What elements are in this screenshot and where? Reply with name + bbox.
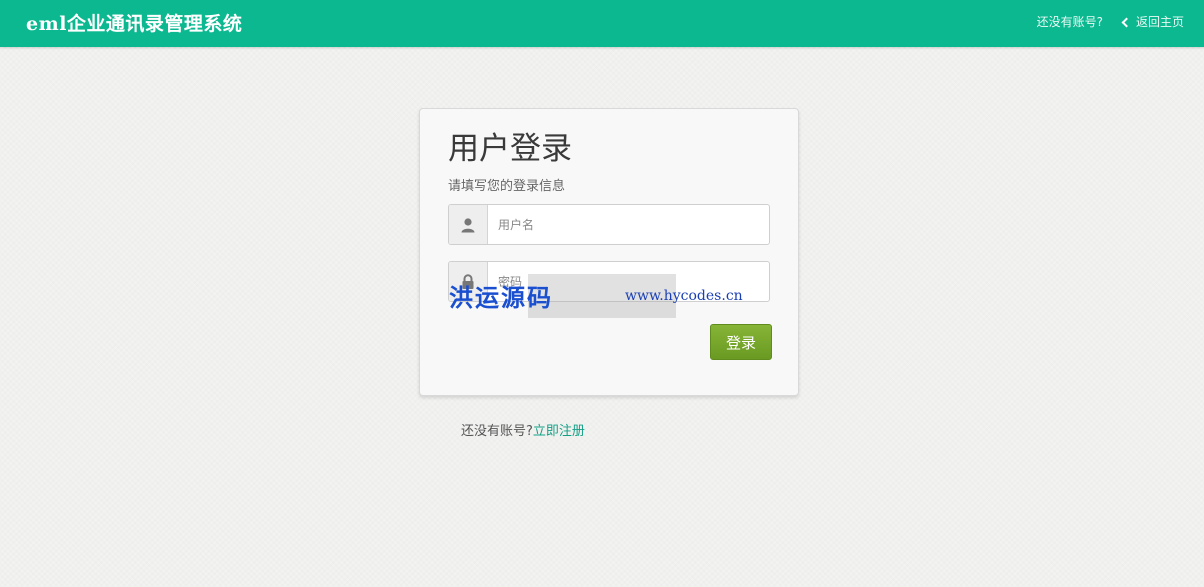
register-prompt: 还没有账号?立即注册 <box>461 420 585 439</box>
password-field <box>448 261 770 302</box>
register-prompt-text: 还没有账号? <box>461 424 533 439</box>
top-navbar: eml企业通讯录管理系统 还没有账号? 返回主页 <box>0 0 1204 47</box>
back-home-link[interactable]: 返回主页 <box>1121 13 1184 30</box>
username-input[interactable] <box>488 205 769 244</box>
navbar-right-links: 还没有账号? 返回主页 <box>1037 13 1184 30</box>
app-brand[interactable]: eml企业通讯录管理系统 <box>26 9 242 36</box>
login-title: 用户登录 <box>448 131 572 167</box>
login-button[interactable]: 登录 <box>710 324 772 360</box>
password-input[interactable] <box>488 262 769 301</box>
lock-icon <box>449 262 488 301</box>
back-home-label: 返回主页 <box>1135 15 1184 29</box>
login-card: 用户登录 请填写您的登录信息 登录 <box>419 108 799 396</box>
login-subtitle: 请填写您的登录信息 <box>448 179 566 194</box>
chevron-left-icon <box>1121 17 1132 27</box>
username-field <box>448 204 770 245</box>
user-icon <box>449 205 488 244</box>
no-account-link[interactable]: 还没有账号? <box>1037 13 1103 30</box>
register-link[interactable]: 立即注册 <box>533 424 585 439</box>
